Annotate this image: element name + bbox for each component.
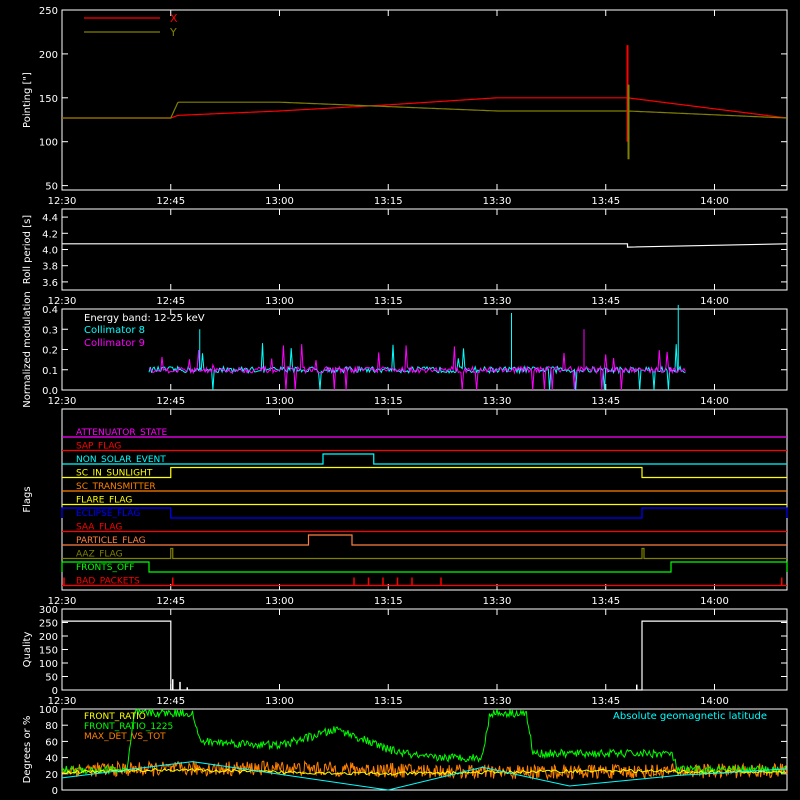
- x-tick-label: 12:30: [48, 396, 77, 407]
- x-tick-label: 13:45: [591, 396, 620, 407]
- y-tick-label: 0.4: [42, 305, 58, 316]
- flag-fronts-off-line: [61, 561, 788, 573]
- y-tick-label: 100: [39, 138, 58, 149]
- x-tick-label: 13:00: [265, 696, 294, 707]
- x-tick-label: 12:45: [156, 596, 185, 607]
- y-tick-label: 200: [39, 50, 58, 61]
- x-tick-label: 12:45: [156, 396, 185, 407]
- quicklook-figure: 12:30 12:45 13:00 13:15 13:30 13:45 14:00 Point…: [22, 6, 788, 797]
- y-tick-label: 20: [45, 770, 58, 781]
- x-tick-label: 13:00: [265, 396, 294, 407]
- y-tick-label: 4.4: [42, 213, 58, 224]
- y-tick-label: 40: [45, 754, 58, 765]
- quality-line: [62, 620, 787, 691]
- legend-label-front-ratio: FRONT_RATIO: [84, 712, 146, 722]
- x-tick-label: 13:30: [483, 196, 512, 207]
- x-tick-label: 12:45: [156, 296, 185, 307]
- x-tick-label: 13:45: [591, 696, 620, 707]
- y-tick-label: 0.0: [42, 386, 58, 397]
- flag-fronts-off-label: FRONTS_OFF: [76, 563, 134, 573]
- y-tick-label: 100: [39, 659, 58, 670]
- x-tick-label: 13:15: [374, 296, 403, 307]
- geomagnetic-latitude-label: Absolute geomagnetic latitude: [613, 711, 767, 722]
- roll-period-line: [62, 243, 788, 248]
- x-tick-label: 13:00: [265, 296, 294, 307]
- y-tick-label: 3.6: [42, 278, 58, 289]
- y-axis-label: Normalized modulation: [22, 291, 33, 408]
- y-tick-label: 250: [39, 6, 58, 17]
- x-tick-label: 13:30: [483, 596, 512, 607]
- energy-band-label: Energy band: 12-25 keV: [84, 313, 205, 324]
- y-tick-label: 150: [39, 94, 58, 105]
- x-tick-label: 13:45: [591, 296, 620, 307]
- x-tick-label: 12:45: [156, 196, 185, 207]
- x-tick-label: 13:15: [374, 696, 403, 707]
- y-tick-label: 0: [52, 686, 58, 697]
- y-tick-label: 0.1: [42, 366, 58, 377]
- y-axis-label: Quality: [22, 632, 33, 668]
- x-tick-label: 12:30: [48, 196, 77, 207]
- flag-eclipse-flag-label: ECLIPSE_FLAG: [76, 509, 140, 519]
- x-tick-label: 13:15: [374, 596, 403, 607]
- y-tick-label: 150: [39, 646, 58, 657]
- y-tick-label: 250: [39, 619, 58, 630]
- y-tick-label: 0: [52, 786, 58, 797]
- legend-label-collimator-9: Collimator 9: [84, 338, 145, 349]
- legend-label-max-det-vs-tot: MAX_DET_VS_TOT: [84, 732, 166, 742]
- y-tick-label: 3.8: [42, 262, 58, 273]
- y-axis-label: Pointing ["]: [22, 72, 33, 128]
- y-tick-label: 50: [45, 673, 58, 684]
- flag-eclipse-flag-line: [61, 507, 788, 519]
- y-tick-label: 100: [39, 705, 58, 716]
- y-tick-label: 60: [45, 737, 58, 748]
- x-tick-label: 14:00: [700, 396, 729, 407]
- flag-particle-flag-line: [62, 534, 787, 546]
- flag-aaz-flag-line: [62, 547, 787, 560]
- y-tick-label: 200: [39, 632, 58, 643]
- y-tick-label: 0.3: [42, 325, 58, 336]
- y-axis-label: Degrees or %: [22, 716, 33, 784]
- x-tick-label: 13:15: [374, 196, 403, 207]
- y-tick-label: 4.2: [42, 229, 58, 240]
- legend-label-front-ratio-1225: FRONT_RATIO_1225: [84, 722, 173, 732]
- x-tick-label: 14:00: [700, 696, 729, 707]
- y-tick-label: 80: [45, 721, 58, 732]
- y-tick-label: 0.2: [42, 346, 58, 357]
- x-tick-label: 12:45: [156, 696, 185, 707]
- y-tick-label: 4.0: [42, 246, 58, 257]
- x-tick-label: 13:00: [265, 196, 294, 207]
- y-tick-label: 300: [39, 605, 58, 616]
- x-tick-label: 13:30: [483, 396, 512, 407]
- flag-non-solar-event-line: [62, 453, 787, 465]
- y-axis-label: Flags: [22, 486, 33, 512]
- x-tick-label: 13:15: [374, 396, 403, 407]
- x-tick-label: 13:45: [591, 596, 620, 607]
- x-tick-label: 13:45: [591, 196, 620, 207]
- x-tick-label: 13:30: [483, 696, 512, 707]
- legend-label-y: Y: [169, 26, 177, 39]
- y-tick-label: 50: [45, 182, 58, 193]
- y-axis-label: Roll period [s]: [22, 215, 33, 284]
- x-tick-label: 14:00: [700, 596, 729, 607]
- panel-frame: [61, 408, 788, 591]
- x-tick-label: 14:00: [700, 196, 729, 207]
- legend-label-x: X: [170, 12, 178, 25]
- legend-label-collimator-8: Collimator 8: [84, 325, 145, 336]
- x-tick-label: 13:30: [483, 296, 512, 307]
- flag-sc-in-sunlight-line: [62, 466, 787, 479]
- x-tick-label: 13:00: [265, 596, 294, 607]
- panel-frame: [61, 208, 788, 291]
- x-tick-label: 14:00: [700, 296, 729, 307]
